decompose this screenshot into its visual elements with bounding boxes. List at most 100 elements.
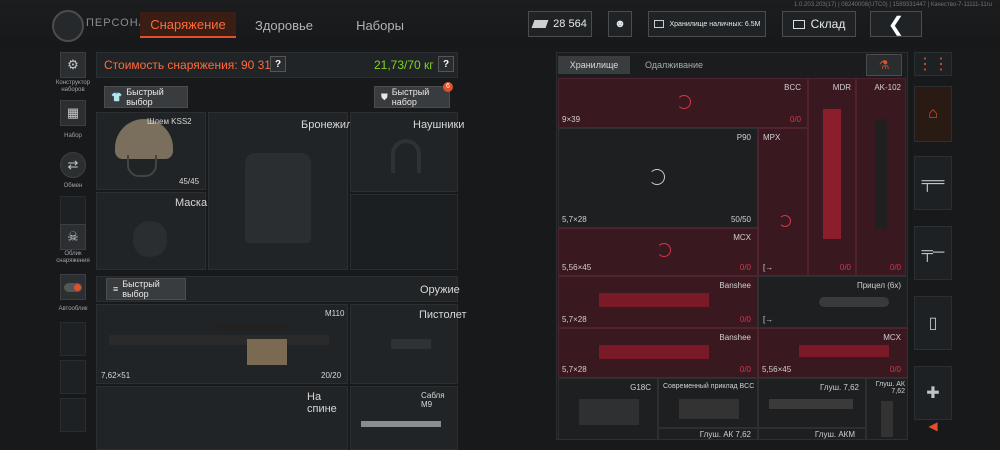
storage-item-ak102[interactable]: AK-102 0/0 <box>856 78 906 276</box>
attachment-icon: [→ <box>763 315 774 324</box>
filter-icon: ⚗ <box>878 58 890 72</box>
quick-select-gear-button[interactable]: 👕 Быстрый выбор <box>104 86 188 108</box>
storage-item-akm-silencer[interactable]: Глуш. АКМ <box>758 428 866 440</box>
melee-slot[interactable]: Сабля M9 <box>350 386 458 450</box>
storage-item-mcx[interactable]: MCX 5,56×45 0/0 <box>758 328 908 378</box>
equipment-cost: Стоимость снаряжения: 90 313 <box>104 58 278 72</box>
primary-weapon-slot[interactable]: M110 7,62×51 20/20 <box>96 304 348 384</box>
warehouse-label: Склад <box>810 17 846 31</box>
cost-help-button[interactable]: ? <box>270 56 286 72</box>
mask-label: Маска <box>175 197 208 209</box>
weight-value: 21,73/70 кг <box>374 58 434 72</box>
headphones-placeholder-icon <box>391 139 421 173</box>
sidebar-item-autoskin[interactable] <box>60 274 86 300</box>
storage-item-silencer[interactable]: Глуш. 7,62 <box>758 378 866 428</box>
weight-help-button[interactable]: ? <box>438 56 454 72</box>
filter-button[interactable]: ⚗ <box>866 54 902 76</box>
sidebar-empty-slot <box>60 398 86 432</box>
currency-display: 28 564 <box>528 11 592 37</box>
collapse-button[interactable]: ◀ <box>914 416 952 436</box>
storage-item-ak-silencer[interactable]: Глуш. АК 7,62 <box>658 428 758 440</box>
category-all[interactable]: ⌂ <box>914 86 952 142</box>
quick-select-weapons-button[interactable]: ≡ Быстрый выбор <box>106 278 186 300</box>
category-rifles[interactable]: ╤═ <box>914 156 952 210</box>
tab-storage[interactable]: Хранилище <box>558 56 630 74</box>
sidebar-label-exchange: Обмен <box>63 183 83 189</box>
agent-button[interactable]: ☻ <box>608 11 632 37</box>
storage-item-p90[interactable]: P90 5,7×28 50/50 <box>558 128 758 228</box>
warehouse-icon <box>792 19 805 29</box>
headphones-label: Наушники <box>413 119 465 131</box>
character-logo-icon[interactable] <box>52 10 84 42</box>
helmet-strap <box>127 155 157 177</box>
back-slot[interactable]: На спине <box>96 386 348 450</box>
silencer-image <box>881 401 893 437</box>
exchange-icon: ⇄ <box>67 157 79 172</box>
pistol-slot[interactable]: Пистолет <box>350 304 467 384</box>
helmet-durability: 45/45 <box>179 177 200 186</box>
item-name: AK-102 <box>874 83 901 92</box>
item-name: Banshee <box>719 281 751 290</box>
tab-health[interactable]: Здоровье <box>248 12 320 38</box>
rifle-scope <box>217 323 287 331</box>
scope-image <box>819 297 889 307</box>
vest-placeholder-icon <box>245 153 311 243</box>
primary-weapon-ammo: 20/20 <box>321 371 342 380</box>
item-count: 0/0 <box>839 263 851 272</box>
mask-slot[interactable]: Маска <box>96 192 208 270</box>
home-icon: ⌂ <box>928 105 938 122</box>
loading-spinner-icon <box>677 95 691 109</box>
shirt-icon: 👕 <box>111 91 123 102</box>
gift-icon: ▦ <box>66 105 80 120</box>
item-name: P90 <box>736 133 751 142</box>
tab-lending[interactable]: Одалживание <box>636 56 712 74</box>
category-ammo[interactable]: ▯ <box>914 296 952 350</box>
warehouse-button[interactable]: Склад <box>782 11 856 37</box>
weapons-quick-label: Быстрый выбор <box>122 279 160 299</box>
category-smg[interactable]: ╤─ <box>914 226 952 280</box>
storage-item-stock[interactable]: Современный приклад BCC <box>658 378 758 428</box>
tab-equipment[interactable]: Снаряжение <box>140 12 236 38</box>
sidebar-item-set[interactable]: ▦ <box>60 100 86 126</box>
item-name: MPX <box>763 133 781 142</box>
rifle-icon: ╤═ <box>921 174 945 191</box>
cash-storage-button[interactable]: Хранилище наличных: 6.5M <box>648 11 766 37</box>
item-name: BCC <box>784 83 801 92</box>
vest-slot[interactable]: Бронежилет <box>208 112 363 270</box>
rifle-banshee-image <box>599 345 709 359</box>
loading-spinner-icon <box>649 169 665 185</box>
storage-item-g18c[interactable]: G18C <box>558 378 658 440</box>
back-button[interactable]: ❮ <box>870 11 922 37</box>
storage-item-mpx[interactable]: MPX [→ <box>758 128 808 276</box>
storage-item-mcx[interactable]: MCX 5,56×45 0/0 <box>558 228 758 276</box>
sidebar-item-skin[interactable]: ☠ <box>60 224 86 250</box>
storage-item-mdr[interactable]: MDR 0/0 <box>808 78 856 276</box>
storage-item-scope[interactable]: Прицел (6x) [→ <box>758 276 908 328</box>
headphones-slot[interactable]: Наушники <box>350 112 464 192</box>
item-caliber: 5,56×45 <box>562 263 592 272</box>
loading-spinner-icon <box>779 215 791 227</box>
item-count: 0/0 <box>739 315 751 324</box>
sidebar-item-builder[interactable]: ⚙ <box>60 52 86 78</box>
grid-view-button[interactable]: ⋮⋮ <box>914 52 952 76</box>
agent-icon: ☻ <box>614 18 626 30</box>
item-count: 0/0 <box>889 365 901 374</box>
medkit-icon: ✚ <box>926 385 940 402</box>
storage-item-banshee[interactable]: Banshee 5,7×28 0/0 <box>558 276 758 328</box>
storage-item-ak-silencer[interactable]: Глуш. АК 7,62 <box>866 378 908 440</box>
item-count: 0/0 <box>739 365 751 374</box>
storage-item-banshee[interactable]: Banshee 5,7×28 0/0 <box>558 328 758 378</box>
item-caliber: 5,56×45 <box>762 365 792 374</box>
empty-slot <box>350 194 458 270</box>
version-info: 1.0.203.203(17) | 08240008(UTC0) | 15893… <box>794 2 992 8</box>
category-medical[interactable]: ✚ <box>914 366 952 420</box>
rifle-stock <box>247 339 287 365</box>
helmet-slot[interactable]: Шлем KSS2 45/45 <box>96 112 206 190</box>
tab-sets[interactable]: Наборы <box>344 12 416 38</box>
storage-item-bcc[interactable]: BCC 9×39 0/0 <box>558 78 808 128</box>
sidebar-item-exchange[interactable]: ⇄ <box>60 152 86 178</box>
sidebar-label-builder: Конструктор наборов <box>55 80 91 93</box>
builder-icon: ⚙ <box>67 57 79 72</box>
quick-set-button[interactable]: ⛊ Быстрый набор <box>374 86 450 108</box>
item-caliber: 5,7×28 <box>562 315 587 324</box>
